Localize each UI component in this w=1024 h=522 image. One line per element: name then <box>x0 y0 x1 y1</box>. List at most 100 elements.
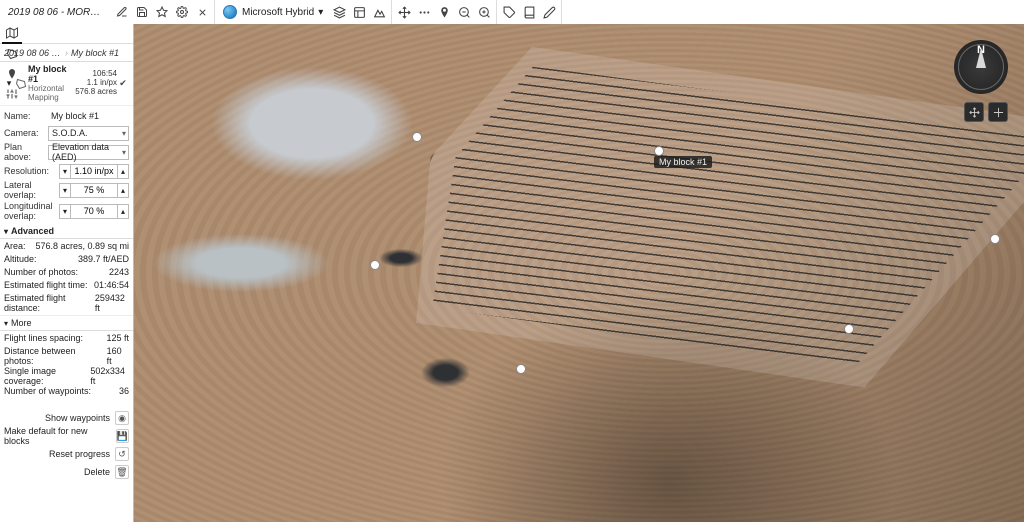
resolution-label: Resolution: <box>4 166 49 176</box>
trash-icon: 🗑 <box>115 465 129 479</box>
chevron-down-icon: ▾ <box>4 227 8 236</box>
block-stat-area: 576.8 acres <box>75 88 117 97</box>
sidebar-tabs <box>0 24 133 44</box>
chevron-down-icon: ▾ <box>4 319 8 328</box>
more-list: Flight lines spacing: 125 ftDistance betw… <box>0 331 133 401</box>
longitudinal-stepper[interactable]: ▾ ▴ <box>59 204 129 219</box>
breadcrumb-block[interactable]: My block #1 <box>71 48 119 58</box>
basemap-label: Microsoft Hybrid <box>242 7 314 18</box>
actions: Show waypoints ◉ Make default for new bl… <box>0 407 133 483</box>
map-canvas[interactable]: My block #1 N <box>134 24 1024 522</box>
tab-group: 2019 08 06 - MOREN… <box>0 0 215 24</box>
adv-label: Estimated flight time: <box>4 280 88 293</box>
adv-value: 576.8 acres, 0.89 sq mi <box>35 241 129 254</box>
polygon-icon <box>14 78 28 90</box>
stepper-down[interactable]: ▾ <box>59 183 71 198</box>
tab-map[interactable] <box>2 24 22 44</box>
reset-progress-button[interactable]: Reset progress ↺ <box>4 445 129 463</box>
longitudinal-label: Longitudinal overlap: <box>4 201 54 221</box>
block-summary[interactable]: ▾ My block #1 Horizontal Mapping 106:54 … <box>0 62 133 106</box>
waypoint-icon: ◉ <box>115 411 129 425</box>
lateral-input[interactable] <box>71 183 117 198</box>
resolution-stepper[interactable]: ▾ ▴ <box>59 164 129 179</box>
pin-icon[interactable] <box>434 2 454 22</box>
nav-tilt-button[interactable] <box>988 102 1008 122</box>
adv-value: 389.7 ft/AED <box>78 254 129 267</box>
stepper-up[interactable]: ▴ <box>117 204 129 219</box>
zoomout-icon[interactable] <box>454 2 474 22</box>
chevron-down-icon: ▾ <box>122 148 126 157</box>
delete-button[interactable]: Delete 🗑 <box>4 463 129 481</box>
block-title: My block #1 Horizontal Mapping <box>28 65 75 102</box>
top-toolbar: 2019 08 06 - MOREN… Microsoft Hybrid ▾ <box>0 0 1024 24</box>
terrain-icon[interactable] <box>369 2 389 22</box>
dots-icon[interactable] <box>414 2 434 22</box>
tab-title[interactable]: 2019 08 06 - MOREN… <box>2 7 112 18</box>
adv-label: Number of photos: <box>4 267 78 280</box>
pencil-icon[interactable] <box>539 2 559 22</box>
adv-row: Altitude: 389.7 ft/AED <box>4 254 129 267</box>
longitudinal-input[interactable] <box>71 204 117 219</box>
breadcrumb: 2019 08 06 - MORE… › My block #1 <box>0 44 133 62</box>
resolution-input[interactable] <box>71 164 117 179</box>
save-icon[interactable] <box>132 2 152 22</box>
adv-value: 2243 <box>109 267 129 280</box>
name-field[interactable]: My block #1 <box>48 109 129 124</box>
more-row: Flight lines spacing: 125 ft <box>4 333 129 346</box>
breadcrumb-project[interactable]: 2019 08 06 - MORE… <box>4 48 62 58</box>
nav-move-button[interactable] <box>964 102 984 122</box>
more-value: 36 <box>119 386 129 399</box>
make-default-button[interactable]: Make default for new blocks 💾 <box>4 427 129 445</box>
adv-value: 01:46:54 <box>94 280 129 293</box>
block-method: Horizontal Mapping <box>28 85 75 103</box>
more-value: 125 ft <box>106 333 129 346</box>
check-icon: ✔ <box>117 78 129 89</box>
name-label: Name: <box>4 111 48 121</box>
basemap-selector[interactable]: Microsoft Hybrid ▾ <box>217 0 329 24</box>
adv-label: Altitude: <box>4 254 37 267</box>
book-icon[interactable] <box>519 2 539 22</box>
compass-needle <box>976 48 986 68</box>
more-heading[interactable]: ▾ More <box>0 315 133 331</box>
lateral-stepper[interactable]: ▾ ▴ <box>59 183 129 198</box>
more-row: Number of waypoints: 36 <box>4 386 129 399</box>
compass-widget[interactable]: N <box>954 40 1008 94</box>
chevron-down-icon: ▾ <box>122 129 126 138</box>
layers-icon[interactable] <box>329 2 349 22</box>
stepper-up[interactable]: ▴ <box>117 183 129 198</box>
tag-icon[interactable] <box>499 2 519 22</box>
chevron-right-icon: › <box>65 48 68 58</box>
adv-label: Estimated flight distance: <box>4 293 95 313</box>
adv-row: Estimated flight time: 01:46:54 <box>4 280 129 293</box>
advanced-heading[interactable]: ▾ Advanced <box>0 224 133 239</box>
star-icon[interactable] <box>152 2 172 22</box>
stepper-down[interactable]: ▾ <box>59 204 71 219</box>
side-panel: 2019 08 06 - MORE… › My block #1 ▾ My bl… <box>0 24 134 522</box>
close-icon[interactable] <box>192 2 212 22</box>
more-value: 502x334 ft <box>90 366 129 386</box>
stepper-down[interactable]: ▾ <box>59 164 71 179</box>
edit-icon[interactable] <box>112 2 132 22</box>
basemap-group: Microsoft Hybrid ▾ <box>215 0 392 24</box>
stepper-up[interactable]: ▴ <box>117 164 129 179</box>
more-label: Flight lines spacing: <box>4 333 83 346</box>
block-stats: 106:54 1.1 in/px 576.8 acres <box>75 70 117 96</box>
terrain-layer <box>134 24 1024 522</box>
adv-value: 259432 ft <box>95 293 129 313</box>
nav-3d-widget <box>964 102 1008 122</box>
adv-label: Area: <box>4 241 26 254</box>
zoomin-icon[interactable] <box>474 2 494 22</box>
camera-select[interactable]: S.O.D.A.▾ <box>48 126 129 141</box>
plan-above-select[interactable]: Elevation data (AED)▾ <box>48 145 129 160</box>
more-row: Distance between photos:160 ft <box>4 346 129 366</box>
settings-icon[interactable] <box>172 2 192 22</box>
more-label: Number of waypoints: <box>4 386 91 399</box>
more-value: 160 ft <box>107 346 129 366</box>
nav-group <box>392 0 497 24</box>
more-label: Distance between photos: <box>4 346 107 366</box>
show-waypoints-button[interactable]: Show waypoints ◉ <box>4 409 129 427</box>
move-icon[interactable] <box>394 2 414 22</box>
layers2-icon[interactable] <box>349 2 369 22</box>
chevron-down-icon[interactable]: ▾ <box>4 78 14 89</box>
save-icon: 💾 <box>116 429 129 443</box>
